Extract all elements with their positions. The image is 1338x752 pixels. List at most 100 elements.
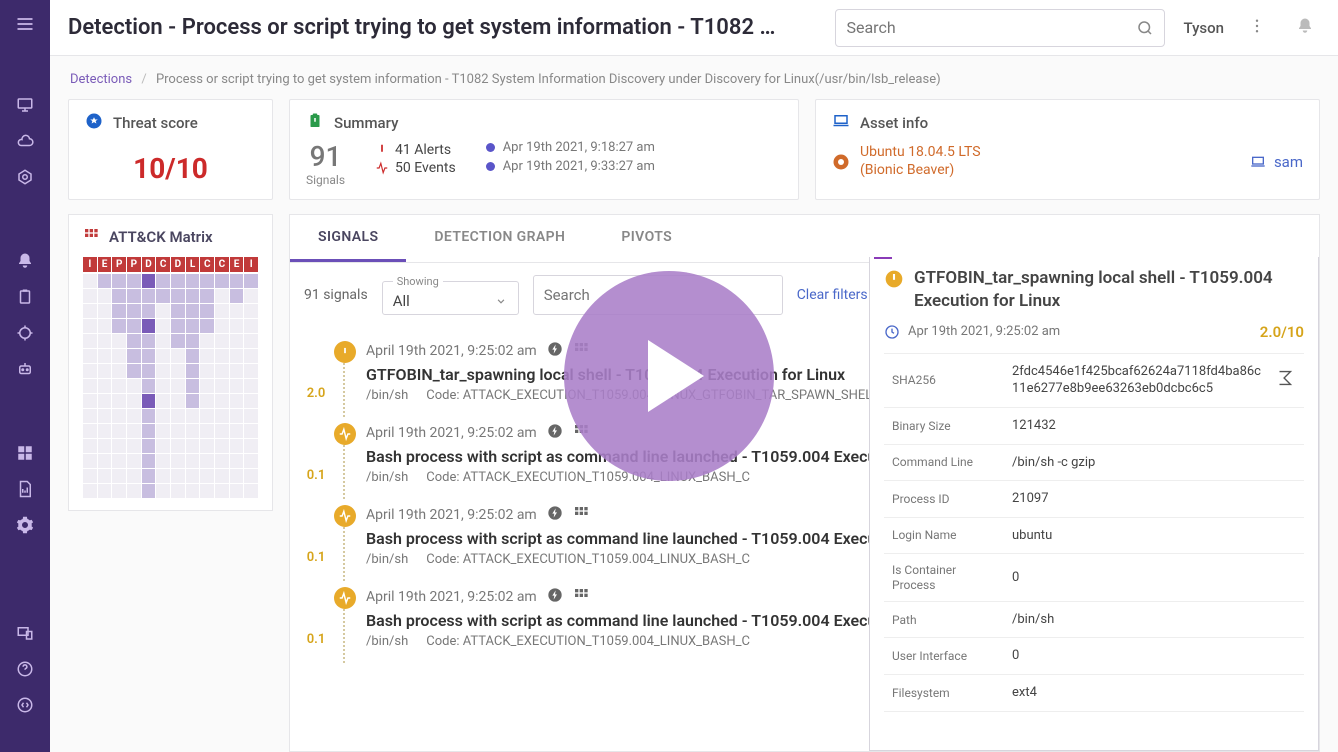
matrix-cell[interactable] <box>127 304 141 318</box>
matrix-cell[interactable] <box>171 364 185 378</box>
matrix-cell[interactable] <box>98 409 112 423</box>
clipboard-icon[interactable] <box>16 288 34 306</box>
matrix-cell[interactable] <box>98 424 112 438</box>
report-icon[interactable] <box>16 480 34 498</box>
notifications-icon[interactable] <box>1290 17 1320 39</box>
bolt-icon[interactable] <box>547 587 563 607</box>
matrix-cell[interactable] <box>244 424 258 438</box>
matrix-cell[interactable] <box>127 319 141 333</box>
matrix-cell[interactable] <box>156 424 170 438</box>
matrix-cell[interactable] <box>112 484 126 498</box>
tab-detection-graph[interactable]: DETECTION GRAPH <box>406 215 593 262</box>
matrix-cell[interactable] <box>83 484 97 498</box>
matrix-cell[interactable] <box>127 379 141 393</box>
bell-icon[interactable] <box>16 252 34 270</box>
matrix-cell[interactable] <box>127 454 141 468</box>
matrix-cell[interactable] <box>215 349 229 363</box>
matrix-cell[interactable] <box>215 469 229 483</box>
sigma-icon[interactable] <box>1274 367 1296 393</box>
matrix-cell[interactable] <box>215 394 229 408</box>
matrix-cell[interactable] <box>112 289 126 303</box>
matrix-cell[interactable] <box>112 454 126 468</box>
matrix-cell[interactable] <box>112 439 126 453</box>
matrix-cell[interactable] <box>112 409 126 423</box>
matrix-cell[interactable] <box>127 484 141 498</box>
matrix-cell[interactable] <box>171 424 185 438</box>
matrix-cell[interactable] <box>230 319 244 333</box>
matrix-cell[interactable] <box>112 274 126 288</box>
matrix-cell[interactable] <box>142 304 156 318</box>
matrix-cell[interactable] <box>230 349 244 363</box>
matrix-cell[interactable] <box>200 289 214 303</box>
matrix-cell[interactable] <box>186 289 200 303</box>
global-search[interactable] <box>835 9 1165 47</box>
matrix-cell[interactable] <box>98 469 112 483</box>
matrix-cell[interactable] <box>200 454 214 468</box>
matrix-cell[interactable] <box>98 484 112 498</box>
matrix-cell[interactable] <box>200 334 214 348</box>
matrix-cell[interactable] <box>200 469 214 483</box>
matrix-cell[interactable] <box>156 304 170 318</box>
matrix-cell[interactable] <box>156 274 170 288</box>
tab-pivots[interactable]: PIVOTS <box>593 215 700 262</box>
matrix-cell[interactable] <box>186 349 200 363</box>
matrix-cell[interactable] <box>98 394 112 408</box>
matrix-cell[interactable] <box>200 394 214 408</box>
matrix-cell[interactable] <box>244 349 258 363</box>
matrix-cell[interactable] <box>186 334 200 348</box>
matrix-cell[interactable] <box>156 484 170 498</box>
matrix-cell[interactable] <box>230 439 244 453</box>
grid-view-icon[interactable] <box>573 505 589 525</box>
matrix-cell[interactable] <box>230 379 244 393</box>
matrix-cell[interactable] <box>142 289 156 303</box>
matrix-cell[interactable] <box>83 439 97 453</box>
matrix-cell[interactable] <box>98 379 112 393</box>
matrix-cell[interactable] <box>142 454 156 468</box>
matrix-cell[interactable] <box>230 334 244 348</box>
code-icon[interactable] <box>16 696 34 714</box>
matrix-cell[interactable] <box>142 484 156 498</box>
matrix-cell[interactable] <box>186 364 200 378</box>
matrix-cell[interactable] <box>244 394 258 408</box>
matrix-cell[interactable] <box>98 289 112 303</box>
asset-host[interactable]: sam <box>1250 153 1303 171</box>
matrix-cell[interactable] <box>171 484 185 498</box>
matrix-cell[interactable] <box>156 439 170 453</box>
matrix-cell[interactable] <box>244 379 258 393</box>
tab-signals[interactable]: SIGNALS <box>290 215 406 262</box>
matrix-cell[interactable] <box>244 454 258 468</box>
matrix-cell[interactable] <box>200 439 214 453</box>
matrix-cell[interactable] <box>244 304 258 318</box>
grid-view-icon[interactable] <box>573 587 589 607</box>
dashboard-icon[interactable] <box>16 444 34 462</box>
matrix-cell[interactable] <box>186 409 200 423</box>
matrix-cell[interactable] <box>98 454 112 468</box>
matrix-cell[interactable] <box>186 484 200 498</box>
matrix-cell[interactable] <box>156 349 170 363</box>
matrix-cell[interactable] <box>112 469 126 483</box>
matrix-cell[interactable] <box>200 484 214 498</box>
target-icon[interactable] <box>16 324 34 342</box>
clear-filters-link[interactable]: Clear filters <box>797 287 868 303</box>
devices-icon[interactable] <box>16 624 34 642</box>
matrix-cell[interactable] <box>230 364 244 378</box>
matrix-cell[interactable] <box>127 394 141 408</box>
matrix-cell[interactable] <box>200 319 214 333</box>
matrix-cell[interactable] <box>112 319 126 333</box>
matrix-cell[interactable] <box>186 454 200 468</box>
matrix-cell[interactable] <box>186 319 200 333</box>
matrix-cell[interactable] <box>98 304 112 318</box>
bolt-icon[interactable] <box>547 341 563 361</box>
matrix-cell[interactable] <box>156 319 170 333</box>
matrix-cell[interactable] <box>186 439 200 453</box>
matrix-cell[interactable] <box>215 304 229 318</box>
matrix-cell[interactable] <box>244 439 258 453</box>
bolt-icon[interactable] <box>547 423 563 443</box>
matrix-cell[interactable] <box>230 304 244 318</box>
matrix-cell[interactable] <box>171 289 185 303</box>
matrix-cell[interactable] <box>98 364 112 378</box>
matrix-cell[interactable] <box>171 304 185 318</box>
matrix-cell[interactable] <box>230 409 244 423</box>
matrix-cell[interactable] <box>200 409 214 423</box>
matrix-cell[interactable] <box>112 379 126 393</box>
